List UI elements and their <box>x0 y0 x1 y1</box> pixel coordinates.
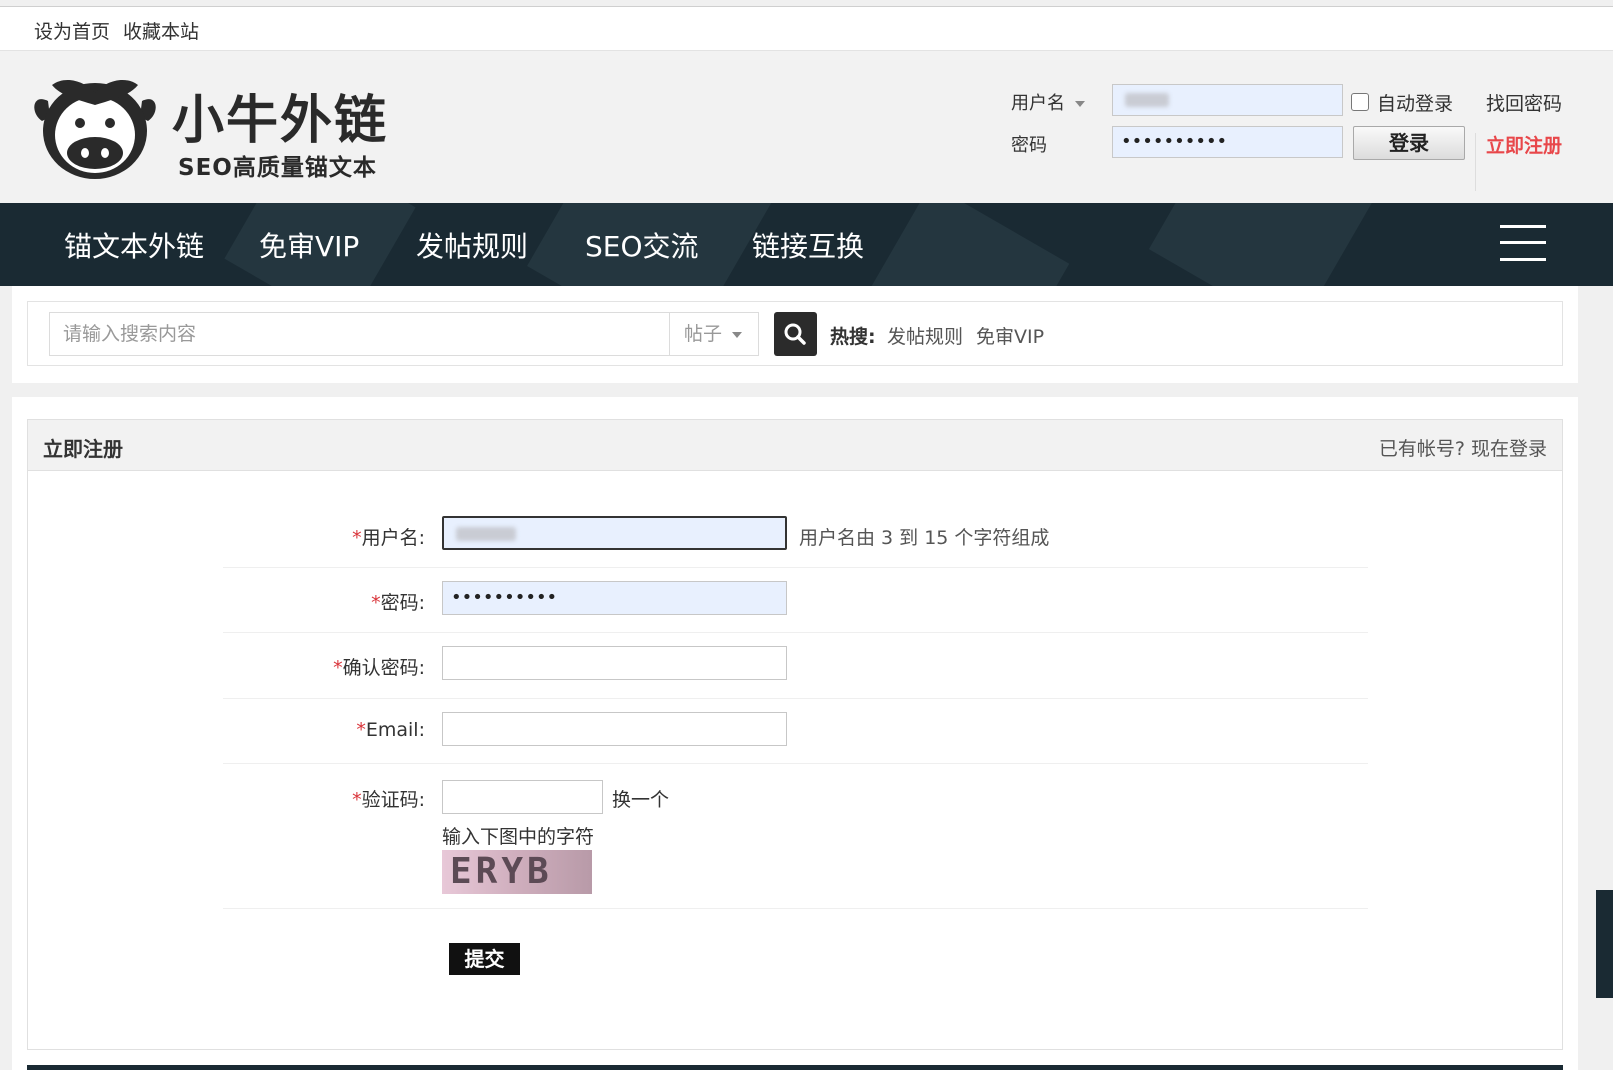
captcha-label: *验证码: <box>175 785 425 812</box>
required-mark: * <box>352 789 362 811</box>
register-link[interactable]: 立即注册 <box>1486 131 1562 158</box>
captcha-field[interactable] <box>442 780 603 814</box>
footer-bar <box>27 1065 1563 1070</box>
chevron-down-icon <box>1075 101 1085 107</box>
login-divider <box>1475 133 1476 191</box>
search-input[interactable]: 请输入搜索内容 <box>49 312 669 356</box>
main-nav: 锚文本外链 免审VIP 发帖规则 SEO交流 链接互换 <box>0 203 1613 286</box>
login-username-text: 用户名 <box>1011 93 1065 114</box>
nav-decoration <box>850 203 1070 286</box>
captcha-hint: 输入下图中的字符 <box>442 826 595 848</box>
username-label-text: 用户名: <box>361 527 425 549</box>
menu-icon[interactable] <box>1500 225 1546 261</box>
login-password-label: 密码 <box>1011 135 1047 156</box>
row-divider <box>223 632 1368 633</box>
required-mark: * <box>333 657 343 679</box>
login-password-input[interactable]: •••••••••• <box>1112 126 1343 158</box>
chevron-down-icon <box>732 331 743 338</box>
email-label-text: Email: <box>365 719 425 741</box>
side-floating-tab[interactable] <box>1596 890 1613 998</box>
required-mark: * <box>371 592 381 614</box>
forgot-password-link[interactable]: 找回密码 <box>1486 89 1562 116</box>
login-button[interactable]: 登录 <box>1353 126 1465 160</box>
submit-button[interactable]: 提交 <box>449 943 520 975</box>
row-divider <box>223 567 1368 568</box>
login-username-label[interactable]: 用户名 <box>1011 89 1085 115</box>
site-header: 小牛外链 SEO高质量锚文本 用户名 自动登录 找回密码 密码 ••••••••… <box>0 51 1613 203</box>
nav-item-seo[interactable]: SEO交流 <box>585 225 699 265</box>
search-section: 请输入搜索内容 帖子 热搜: 发帖规则 免审VIP <box>12 286 1578 383</box>
username-label: *用户名: <box>175 523 425 550</box>
nav-decoration <box>1148 203 1382 286</box>
confirm-password-label: *确认密码: <box>175 653 425 680</box>
hot-search-link[interactable]: 发帖规则 <box>887 322 963 349</box>
row-divider <box>223 763 1368 764</box>
nav-item-vip[interactable]: 免审VIP <box>259 225 359 265</box>
required-mark: * <box>352 527 362 549</box>
login-now-link[interactable]: 已有帐号? 现在登录 <box>1379 434 1547 461</box>
set-home-link[interactable]: 设为首页 <box>34 17 110 44</box>
main-content: 立即注册 已有帐号? 现在登录 *用户名: 用户名由 3 到 15 个字符组成 … <box>12 397 1578 1070</box>
logo-subtitle: SEO高质量锚文本 <box>178 155 377 181</box>
top-bar: 设为首页 收藏本站 <box>0 7 1613 51</box>
hot-search-link[interactable]: 免审VIP <box>976 322 1044 349</box>
register-panel: 立即注册 已有帐号? 现在登录 *用户名: 用户名由 3 到 15 个字符组成 … <box>27 419 1563 1050</box>
username-hint: 用户名由 3 到 15 个字符组成 <box>799 527 1050 549</box>
email-label: *Email: <box>175 719 425 741</box>
password-label-text: 密码: <box>380 592 425 614</box>
search-type-value: 帖子 <box>684 323 723 345</box>
masked-username <box>1125 93 1169 107</box>
hot-search-label: 热搜: <box>830 326 876 348</box>
search-icon <box>784 323 806 345</box>
required-mark: * <box>356 719 366 741</box>
nav-item-link-exchange[interactable]: 链接互换 <box>752 225 864 265</box>
register-panel-header: 立即注册 已有帐号? 现在登录 <box>28 420 1562 471</box>
logo-title[interactable]: 小牛外链 <box>172 78 388 153</box>
captcha-label-text: 验证码: <box>361 789 425 811</box>
search-button[interactable] <box>774 312 817 356</box>
row-divider <box>223 698 1368 699</box>
nav-item-anchor-links[interactable]: 锚文本外链 <box>64 225 204 265</box>
captcha-image[interactable]: ERYB <box>442 850 592 894</box>
login-username-input[interactable] <box>1112 84 1343 116</box>
captcha-refresh-link[interactable]: 换一个 <box>612 785 669 812</box>
confirm-password-field[interactable] <box>442 646 787 680</box>
email-field[interactable] <box>442 712 787 746</box>
auto-login-checkbox[interactable] <box>1351 93 1369 111</box>
password-field[interactable]: •••••••••• <box>442 581 787 615</box>
password-label: *密码: <box>175 588 425 615</box>
confirm-password-label-text: 确认密码: <box>342 657 425 679</box>
nav-item-rules[interactable]: 发帖规则 <box>416 225 528 265</box>
register-title: 立即注册 <box>43 437 123 461</box>
logo-bull-icon[interactable] <box>30 73 160 183</box>
bookmark-link[interactable]: 收藏本站 <box>123 17 199 44</box>
row-divider <box>223 908 1368 909</box>
auto-login-label[interactable]: 自动登录 <box>1377 89 1453 116</box>
search-type-select[interactable]: 帖子 <box>669 312 759 356</box>
username-field[interactable] <box>442 516 787 550</box>
masked-username <box>456 527 516 541</box>
